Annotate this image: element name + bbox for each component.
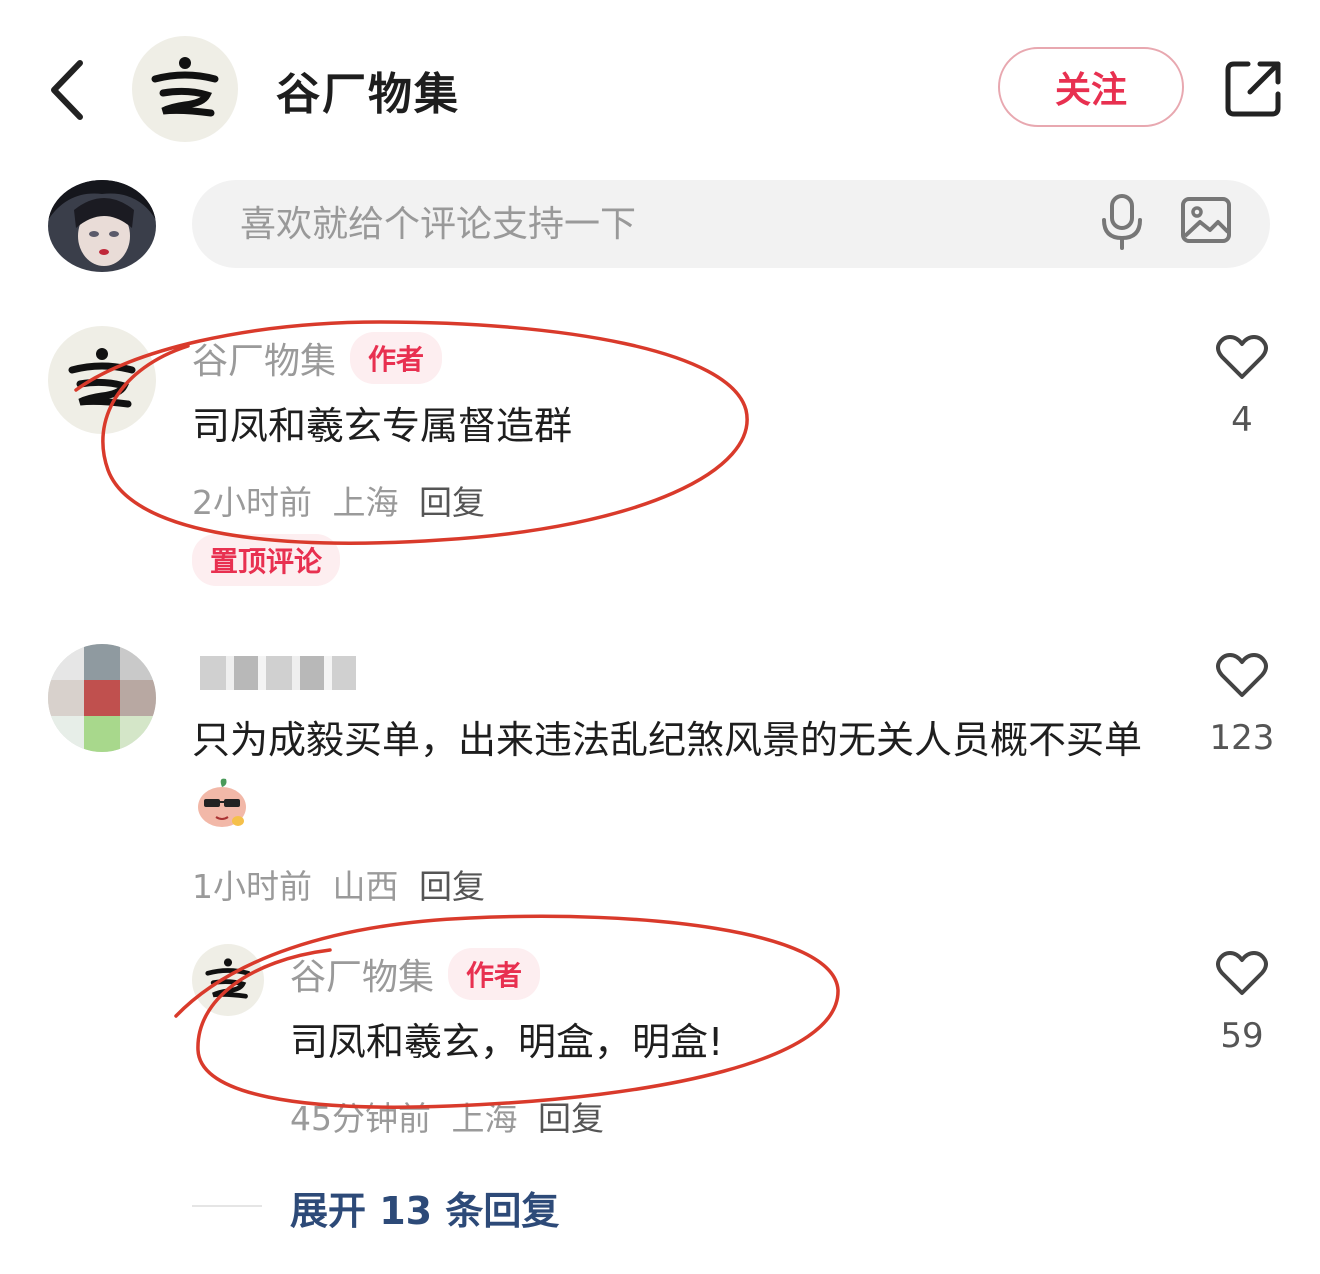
divider	[192, 1205, 262, 1207]
reply-button[interactable]: 回复	[419, 867, 485, 906]
comment-meta: 1小时前 山西 回复	[192, 860, 485, 908]
reply-location: 上海	[451, 1099, 518, 1138]
pinned-badge: 置顶评论	[192, 534, 341, 586]
share-icon[interactable]	[1222, 58, 1284, 120]
comment-text[interactable]: 只为成毅买单，出来违法乱纪煞风景的无关人员概不买单	[192, 706, 1182, 842]
reply-avatar[interactable]	[192, 944, 264, 1016]
microphone-icon[interactable]	[1098, 192, 1146, 250]
comment-username[interactable]: 谷厂物集	[192, 332, 336, 384]
image-icon[interactable]	[1180, 196, 1232, 244]
logo-icon	[151, 57, 219, 117]
comment-text-content: 只为成毅买单，出来违法乱纪煞风景的无关人员概不买单	[192, 718, 1143, 762]
heart-icon[interactable]	[1216, 652, 1268, 698]
reply-button[interactable]: 回复	[419, 483, 485, 522]
author-badge: 作者	[448, 948, 541, 1000]
comment-avatar[interactable]	[48, 326, 156, 434]
back-icon[interactable]	[40, 55, 100, 125]
comment-time: 1小时前	[192, 867, 312, 906]
emoji-sticker-icon	[198, 778, 246, 827]
reply-time: 45分钟前	[290, 1099, 431, 1138]
comment-time: 2小时前	[192, 483, 312, 522]
comment-avatar[interactable]	[48, 644, 156, 752]
heart-icon[interactable]	[1216, 334, 1268, 380]
blurred-username[interactable]	[200, 656, 356, 690]
logo-icon	[205, 958, 251, 999]
like-count: 59	[1220, 1016, 1264, 1056]
like-count: 123	[1209, 718, 1275, 758]
like-count: 4	[1231, 400, 1253, 440]
author-avatar[interactable]	[132, 36, 238, 142]
reply-header: 谷厂物集 作者	[290, 948, 541, 1000]
page-title: 谷厂物集	[276, 69, 460, 120]
my-avatar[interactable]	[48, 180, 156, 272]
comment-header: 谷厂物集 作者	[192, 332, 443, 384]
comment-text[interactable]: 司凤和羲玄专属督造群	[192, 392, 572, 460]
comment-location: 山西	[332, 867, 399, 906]
heart-icon[interactable]	[1216, 950, 1268, 996]
reply-text[interactable]: 司凤和羲玄，明盒，明盒!	[290, 1008, 723, 1076]
comment-location: 上海	[332, 483, 399, 522]
logo-icon	[68, 348, 136, 408]
follow-button[interactable]: 关注	[998, 47, 1184, 127]
reply-username[interactable]: 谷厂物集	[290, 948, 434, 1000]
comment-meta: 2小时前 上海 回复	[192, 476, 485, 524]
expand-replies-button[interactable]: 展开 13 条回复	[290, 1180, 559, 1235]
author-badge: 作者	[350, 332, 443, 384]
reply-meta: 45分钟前 上海 回复	[290, 1092, 604, 1140]
reply-button[interactable]: 回复	[538, 1099, 604, 1138]
